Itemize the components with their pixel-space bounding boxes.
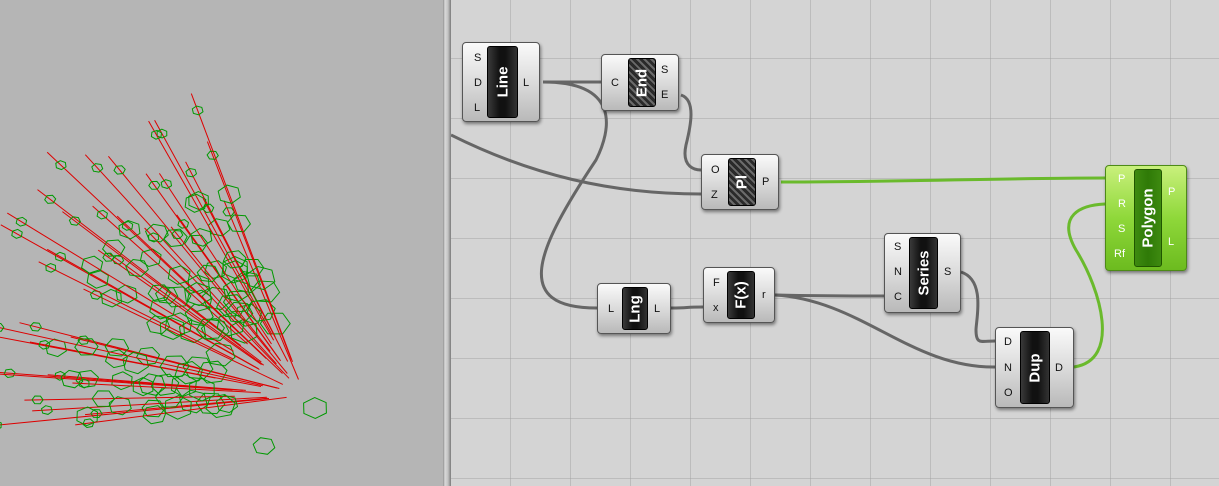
fx-title: F(x): [727, 271, 755, 319]
series-input-c[interactable]: C: [894, 291, 902, 303]
dup-title: Dup: [1020, 331, 1050, 404]
end-output-e[interactable]: E: [661, 89, 668, 101]
line-curve: [190, 93, 293, 362]
polygon-output-l[interactable]: L: [1168, 236, 1174, 248]
line-curve: [202, 197, 289, 362]
wire-lng-to-fx: [670, 305, 704, 310]
dup-output-d[interactable]: D: [1055, 362, 1063, 374]
lng-component[interactable]: L Lng L: [597, 283, 671, 334]
wire-series-to-dup: [960, 270, 996, 343]
lng-input-l[interactable]: L: [608, 303, 614, 315]
end-title: End: [628, 58, 656, 107]
end-component[interactable]: C End S E: [601, 54, 679, 111]
series-input-n[interactable]: N: [894, 266, 902, 278]
end-title-text: End: [633, 68, 651, 97]
fx-title-text: F(x): [732, 281, 750, 309]
line-input-s[interactable]: S: [474, 52, 481, 64]
fx-output-r[interactable]: r: [762, 289, 766, 301]
polygon-curve: [303, 397, 327, 419]
polygon-component[interactable]: P R S Rf Polygon P L: [1105, 165, 1187, 271]
fx-input-f[interactable]: F: [713, 277, 720, 289]
pl-component[interactable]: O Z Pl P: [701, 154, 779, 210]
viewport-geometry: [0, 93, 327, 455]
series-input-s[interactable]: S: [894, 241, 901, 253]
line-component[interactable]: S D L Line L: [462, 42, 540, 122]
panel-splitter[interactable]: [443, 0, 451, 486]
end-input-c[interactable]: C: [611, 77, 619, 89]
polygon-title-text: Polygon: [1139, 188, 1157, 248]
end-output-s[interactable]: S: [661, 64, 668, 76]
polygon-input-r[interactable]: R: [1118, 198, 1126, 210]
dup-component[interactable]: D N O Dup D: [995, 327, 1074, 408]
line-input-l[interactable]: L: [474, 102, 480, 114]
lng-title: Lng: [622, 287, 648, 330]
wire-offcanvas-to-pl: [451, 133, 702, 196]
line-curve: [148, 120, 275, 341]
dup-input-d[interactable]: D: [1004, 336, 1012, 348]
series-component[interactable]: S N C Series S: [884, 233, 961, 313]
line-title-text: Line: [494, 66, 511, 98]
polygon-input-p[interactable]: P: [1118, 173, 1125, 185]
pl-input-z[interactable]: Z: [711, 189, 718, 201]
line-curve: [116, 215, 283, 374]
polygon-input-rf[interactable]: Rf: [1114, 248, 1125, 260]
wire-end-to-pl: [680, 93, 702, 172]
pl-input-o[interactable]: O: [711, 164, 720, 176]
wire-dup-to-polygon: [1067, 202, 1106, 369]
polygon-output-p[interactable]: P: [1168, 186, 1175, 198]
series-title: Series: [909, 237, 938, 309]
pl-output-p[interactable]: P: [762, 176, 769, 188]
dup-input-o[interactable]: O: [1004, 387, 1013, 399]
fx-input-x[interactable]: x: [713, 302, 719, 314]
wire-line-to-lng: [539, 80, 608, 310]
polygon-title: Polygon: [1134, 169, 1162, 267]
dup-title-text: Dup: [1026, 352, 1044, 383]
line-curve: [0, 372, 243, 391]
lng-output-l[interactable]: L: [654, 303, 660, 315]
pl-title-text: Pl: [733, 174, 751, 190]
fx-component[interactable]: F x F(x) r: [703, 267, 775, 323]
rhino-viewport[interactable]: [0, 0, 443, 486]
series-title-text: Series: [915, 250, 932, 296]
dup-input-n[interactable]: N: [1004, 362, 1012, 374]
pl-title: Pl: [728, 158, 756, 206]
line-output-l[interactable]: L: [523, 77, 529, 89]
lng-title-text: Lng: [626, 294, 644, 323]
wires: [451, 80, 1106, 369]
line-input-d[interactable]: D: [474, 77, 482, 89]
grasshopper-canvas[interactable]: S D L Line L C End S E O Z Pl P P R S Rf…: [451, 0, 1219, 486]
line-title: Line: [487, 46, 518, 118]
series-output-s[interactable]: S: [944, 266, 951, 278]
polygon-input-s[interactable]: S: [1118, 223, 1125, 235]
wire-pl-to-polygon: [780, 176, 1106, 184]
polygon-curve: [252, 437, 276, 455]
line-curve: [24, 395, 235, 401]
